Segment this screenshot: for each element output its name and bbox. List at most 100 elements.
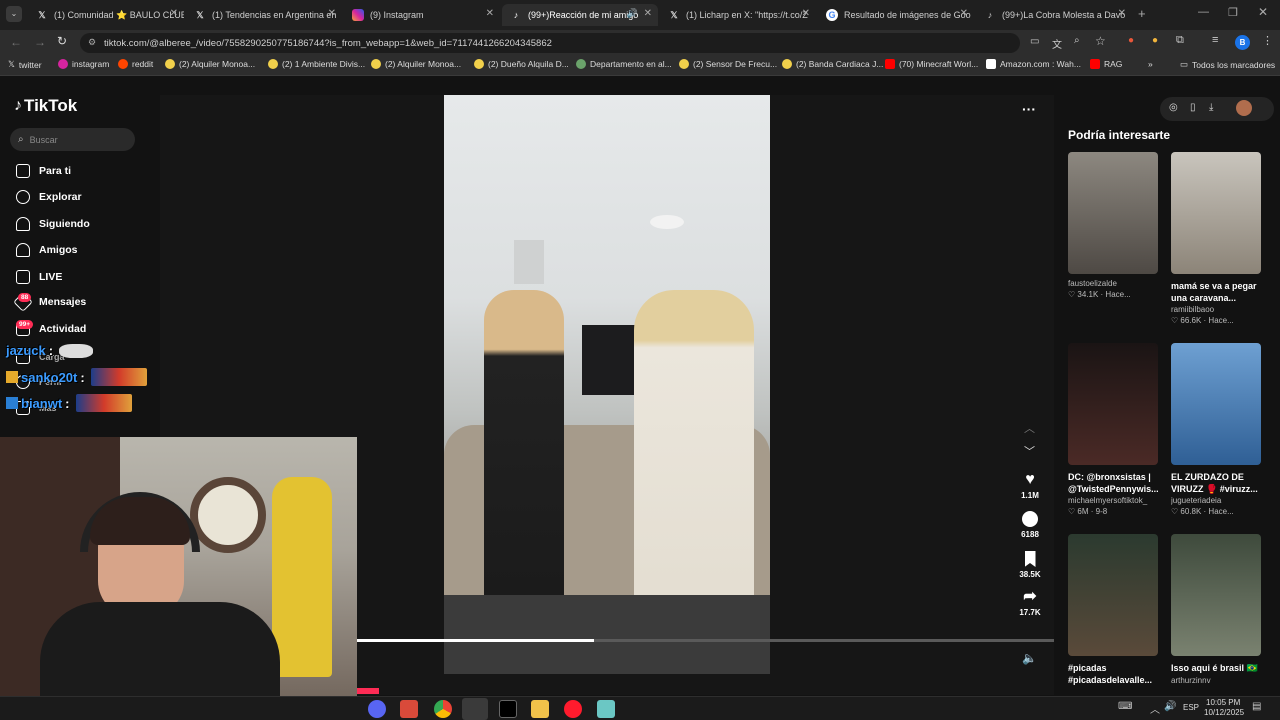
suggestion-card[interactable]: Isso aqui é brasil 🇧🇷 arthurzinnv bbox=[1171, 534, 1261, 685]
more-bookmarks-icon[interactable]: » bbox=[1148, 59, 1153, 69]
clock-time[interactable]: 10:05 PM bbox=[1206, 698, 1240, 707]
suggestion-card[interactable]: EL ZURDAZO DE VIRUZZ 🥊 #viruzz... juguet… bbox=[1171, 343, 1261, 516]
close-tab-icon[interactable]: ✕ bbox=[644, 8, 652, 19]
obs-icon[interactable] bbox=[462, 698, 488, 720]
bookmark-item[interactable]: (2) Banda Cardiaca J... bbox=[782, 59, 883, 69]
suggestion-card[interactable]: mamá se va a pegar una caravana... ramii… bbox=[1171, 152, 1261, 325]
bookmark-item[interactable]: Departamento en al... bbox=[576, 59, 672, 69]
tab-3[interactable]: ♪ (99+)Reacción de mi amigo 🔊 ✕ bbox=[502, 4, 658, 26]
bookmark-star-icon[interactable]: ☆ bbox=[1095, 34, 1106, 48]
restore-button[interactable]: ❐ bbox=[1228, 6, 1238, 19]
suggestion-thumbnail bbox=[1171, 343, 1261, 465]
tab-title: (9) Instagram bbox=[370, 10, 424, 20]
previous-video-icon[interactable]: ︿ bbox=[1024, 420, 1035, 436]
translate-icon[interactable]: 文 bbox=[1052, 36, 1062, 51]
compass-icon[interactable]: ◎ bbox=[1169, 102, 1178, 113]
close-tab-icon[interactable]: ✕ bbox=[328, 8, 336, 19]
close-tab-icon[interactable]: ✕ bbox=[486, 8, 494, 19]
tab-4[interactable]: 𝕏 (1) Licharp en X: "https://t.co/Z ✕ bbox=[660, 4, 816, 26]
bookmark-item[interactable]: (2) Dueño Alquila D... bbox=[474, 59, 569, 69]
tiktok-logo[interactable]: ♪ TikTok bbox=[14, 96, 77, 116]
close-tab-icon[interactable]: ✕ bbox=[802, 8, 810, 19]
friends-icon bbox=[16, 243, 30, 257]
bookmark-item[interactable]: (70) Minecraft Worl... bbox=[885, 59, 978, 69]
forward-icon[interactable]: → bbox=[34, 35, 46, 49]
tray-chevron-icon[interactable]: ︿ bbox=[1150, 701, 1160, 716]
site-info-icon[interactable]: ⚙ bbox=[88, 37, 96, 48]
nav-live[interactable]: LIVE bbox=[16, 270, 62, 284]
zoom-icon[interactable]: ⌕ bbox=[1074, 35, 1080, 46]
close-tab-icon[interactable]: ✕ bbox=[1118, 8, 1126, 19]
new-tab-button[interactable]: + bbox=[1138, 6, 1146, 21]
language-indicator[interactable]: ESP bbox=[1183, 703, 1199, 712]
bookmark-item[interactable]: Amazon.com : Wah... bbox=[986, 59, 1081, 69]
tab-search-icon[interactable]: ⌄ bbox=[6, 6, 22, 22]
volume-tray-icon[interactable]: 🔊 bbox=[1164, 701, 1176, 712]
all-bookmarks[interactable]: ▭ Todos los marcadores bbox=[1180, 59, 1275, 70]
suggestion-card[interactable]: DC: @bronxsistas | @TwistedPennywis... m… bbox=[1068, 343, 1158, 516]
speaker-icon[interactable]: 🔊 bbox=[627, 8, 638, 19]
bookmark-item[interactable]: (2) Alquiler Monoa... bbox=[371, 59, 461, 69]
bookmark-item[interactable]: instagram bbox=[58, 59, 109, 69]
bookmark-item[interactable]: RAG bbox=[1090, 59, 1122, 69]
suggestion-user: jugueteriadeia bbox=[1171, 496, 1222, 505]
nav-siguiendo[interactable]: Siguiendo bbox=[16, 217, 90, 231]
next-video-icon[interactable]: ﹀ bbox=[1024, 443, 1035, 459]
like-button[interactable]: ♥ 1.1M bbox=[1014, 472, 1046, 501]
phone-icon[interactable]: ▯ bbox=[1190, 102, 1196, 113]
chrome-icon[interactable] bbox=[434, 700, 452, 718]
app-icon[interactable] bbox=[400, 700, 418, 718]
media-control-icon[interactable]: ≡ bbox=[1212, 34, 1218, 46]
bookmark-item[interactable]: (2) Alquiler Monoa... bbox=[165, 59, 255, 69]
back-icon[interactable]: ← bbox=[10, 35, 22, 49]
bookmark-item[interactable]: (2) Sensor De Frecu... bbox=[679, 59, 777, 69]
nav-amigos[interactable]: Amigos bbox=[16, 243, 78, 257]
notification-icon[interactable]: ▤ bbox=[1252, 701, 1261, 712]
clock-date[interactable]: 10/12/2025 bbox=[1204, 708, 1244, 717]
tab-5[interactable]: G Resultado de imágenes de Goo ✕ bbox=[818, 4, 974, 26]
install-app-icon[interactable]: ▭ bbox=[1030, 36, 1039, 47]
suggestion-card[interactable]: faustoelizalde ♡ 34.1K · Hace... bbox=[1068, 152, 1158, 299]
tab-title: (99+)La Cobra Molesta a Davo bbox=[1002, 10, 1126, 20]
x-logo-icon: 𝕏 bbox=[8, 59, 15, 69]
tab-2[interactable]: (9) Instagram ✕ bbox=[344, 4, 500, 26]
bookmark-item[interactable]: 𝕏twitter bbox=[8, 59, 42, 70]
close-tab-icon[interactable]: ✕ bbox=[960, 8, 968, 19]
volume-icon[interactable]: 🔈 bbox=[1022, 651, 1037, 665]
tab-1[interactable]: 𝕏 (1) Tendencias en Argentina en ✕ bbox=[186, 4, 342, 26]
share-button[interactable]: ➦ 17.7K bbox=[1014, 589, 1046, 618]
app-icon[interactable] bbox=[597, 700, 615, 718]
comment-button[interactable]: 6188 bbox=[1014, 511, 1046, 539]
download-icon[interactable]: ⤓ bbox=[1209, 102, 1213, 113]
tiktok-app-icon[interactable] bbox=[499, 700, 517, 718]
minimize-button[interactable]: — bbox=[1198, 6, 1209, 18]
url-field[interactable]: ⚙ tiktok.com/@alberee_/video/75582902507… bbox=[80, 33, 1020, 53]
tab-0[interactable]: 𝕏 (1) Comunidad ⭐ BAULO CLUB ✕ bbox=[28, 4, 184, 26]
tab-6[interactable]: ♪ (99+)La Cobra Molesta a Davo ✕ bbox=[976, 4, 1132, 26]
search-input[interactable]: ⌕ Buscar bbox=[10, 128, 135, 151]
opera-icon[interactable] bbox=[564, 700, 582, 718]
keyboard-icon[interactable]: ⌨ bbox=[1118, 701, 1132, 712]
suggestion-card[interactable]: #picadas #picadasdelavalle... bbox=[1068, 534, 1158, 686]
bookmark-item[interactable]: (2) 1 Ambiente Divis... bbox=[268, 59, 365, 69]
profile-avatar[interactable]: B bbox=[1235, 35, 1250, 50]
close-window-button[interactable]: ✕ bbox=[1258, 5, 1268, 19]
browser-menu-icon[interactable]: ⋮ bbox=[1262, 34, 1273, 47]
extension-icon[interactable]: ● bbox=[1128, 35, 1134, 46]
user-avatar[interactable] bbox=[1236, 100, 1252, 116]
save-button[interactable]: 38.5K bbox=[1014, 551, 1046, 579]
marketplace-icon bbox=[165, 59, 175, 69]
file-explorer-icon[interactable] bbox=[531, 700, 549, 718]
extensions-puzzle-icon[interactable]: ⧉ bbox=[1176, 34, 1184, 47]
discord-icon[interactable] bbox=[368, 700, 386, 718]
reload-icon[interactable]: ↻ bbox=[57, 34, 67, 48]
more-options-icon[interactable]: ··· bbox=[1022, 101, 1036, 117]
nav-explorar[interactable]: Explorar bbox=[16, 190, 82, 204]
close-tab-icon[interactable]: ✕ bbox=[170, 8, 178, 19]
extension-icon[interactable]: ● bbox=[1152, 35, 1158, 46]
site-icon bbox=[576, 59, 586, 69]
tiktok-video[interactable] bbox=[444, 95, 770, 674]
nav-para-ti[interactable]: Para ti bbox=[16, 164, 71, 178]
bookmark-item[interactable]: reddit bbox=[118, 59, 153, 69]
suggestion-user: faustoelizalde bbox=[1068, 279, 1117, 288]
